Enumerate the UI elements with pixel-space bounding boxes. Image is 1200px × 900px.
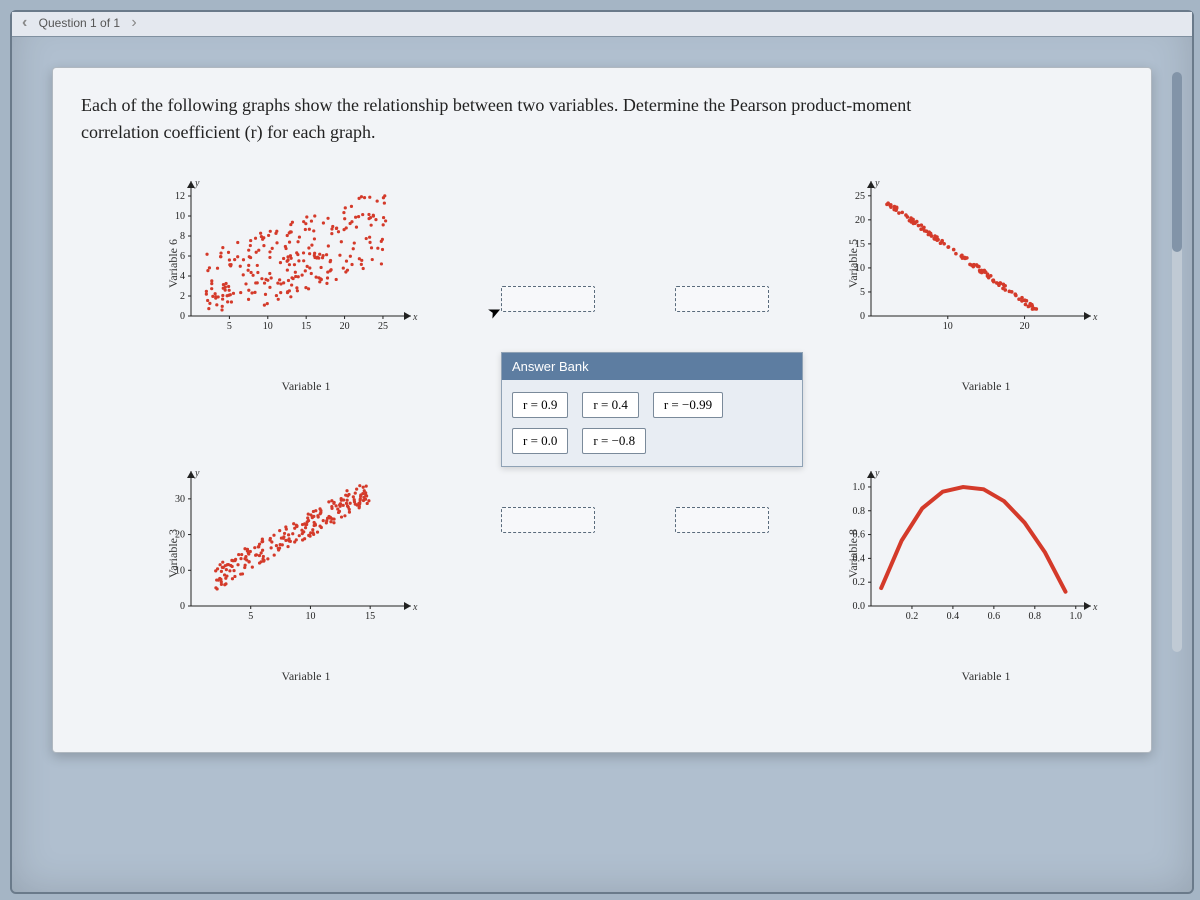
svg-text:0: 0 xyxy=(860,311,865,322)
nav-bar: ‹ Question 1 of 1 › xyxy=(12,12,1192,37)
answer-chip[interactable]: r = 0.4 xyxy=(582,392,638,418)
svg-text:0.2: 0.2 xyxy=(906,611,919,622)
svg-text:x: x xyxy=(412,312,418,323)
ylabel-tl: Variable 6 xyxy=(166,239,181,288)
svg-text:20: 20 xyxy=(340,321,350,332)
svg-text:2: 2 xyxy=(180,291,185,302)
chart-svg-tr: x y 0510152025 1020 xyxy=(851,176,1101,336)
ylabel-br: Variable 8 xyxy=(846,529,861,578)
svg-text:x: x xyxy=(1092,312,1098,323)
svg-text:25: 25 xyxy=(855,191,865,202)
xlabel-br: Variable 1 xyxy=(962,669,1011,684)
chart-svg-bl: x y 0102030 51015 xyxy=(171,466,421,626)
center-column: Answer Bank r = 0.9r = 0.4r = −0.99r = 0… xyxy=(501,286,811,533)
svg-text:0.0: 0.0 xyxy=(853,601,866,612)
drop-row-top xyxy=(501,286,811,312)
svg-text:y: y xyxy=(874,468,880,479)
svg-text:1.0: 1.0 xyxy=(1070,611,1083,622)
answer-chip[interactable]: r = 0.0 xyxy=(512,428,568,454)
xlabel-tl: Variable 1 xyxy=(282,379,331,394)
svg-text:25: 25 xyxy=(378,321,388,332)
svg-text:y: y xyxy=(194,468,200,479)
svg-text:y: y xyxy=(874,178,880,189)
forward-icon[interactable]: › xyxy=(131,14,136,31)
xlabel-tr: Variable 1 xyxy=(962,379,1011,394)
xlabel-bl: Variable 1 xyxy=(282,669,331,684)
chart-svg-tl: x y 024681012 510152025 xyxy=(171,176,421,336)
nav-title: Question 1 of 1 xyxy=(39,16,120,30)
svg-text:1.0: 1.0 xyxy=(853,482,866,493)
svg-text:10: 10 xyxy=(943,321,953,332)
svg-text:0.8: 0.8 xyxy=(1029,611,1042,622)
back-icon[interactable]: ‹ xyxy=(22,14,27,31)
app-window: ‹ Question 1 of 1 › Each of the followin… xyxy=(10,10,1194,894)
question-card: Each of the following graphs show the re… xyxy=(52,67,1152,753)
answer-bank-body: r = 0.9 r = 0.4 r = −0.99 r = 0.0 r = −0.8 xyxy=(502,380,802,466)
chart-top-left: Variable 6 x y 024681012 510152025 Varia… xyxy=(171,176,441,376)
svg-text:x: x xyxy=(412,602,418,613)
svg-text:10: 10 xyxy=(263,321,273,332)
drop-row-bottom xyxy=(501,507,811,533)
svg-text:y: y xyxy=(194,178,200,189)
chart-bottom-left: Variable 3 x y 0102030 51015 Variable 1 xyxy=(171,466,441,666)
svg-text:0.6: 0.6 xyxy=(988,611,1001,622)
svg-text:0.4: 0.4 xyxy=(947,611,960,622)
answer-chip[interactable]: r = −0.8 xyxy=(582,428,646,454)
answer-chip[interactable]: r = 0.9 xyxy=(512,392,568,418)
drop-target-tl[interactable] xyxy=(501,286,595,312)
svg-text:20: 20 xyxy=(1020,321,1030,332)
chart-top-right: Variable 5 x y 0510152025 1020 Variable … xyxy=(851,176,1121,376)
charts-grid: Variable 6 x y 024681012 510152025 Varia… xyxy=(81,166,1123,686)
ylabel-bl: Variable 3 xyxy=(166,529,181,578)
chart-svg-br: x y 0.00.20.40.60.81.0 0.20.40.60.81.0 xyxy=(851,466,1101,626)
drop-target-br[interactable] xyxy=(675,507,769,533)
question-line-2: correlation coefficient (r) for each gra… xyxy=(81,122,376,142)
answer-chip[interactable]: r = −0.99 xyxy=(653,392,723,418)
scrollbar-thumb[interactable] xyxy=(1172,72,1182,252)
svg-text:0: 0 xyxy=(180,311,185,322)
scrollbar[interactable] xyxy=(1172,72,1182,652)
svg-text:15: 15 xyxy=(301,321,311,332)
svg-text:20: 20 xyxy=(855,215,865,226)
svg-text:10: 10 xyxy=(175,211,185,222)
answer-bank-title: Answer Bank xyxy=(502,353,802,380)
drop-target-tr[interactable] xyxy=(675,286,769,312)
svg-text:5: 5 xyxy=(248,611,253,622)
svg-text:0.8: 0.8 xyxy=(853,506,866,517)
svg-text:15: 15 xyxy=(365,611,375,622)
svg-text:0: 0 xyxy=(180,601,185,612)
svg-text:x: x xyxy=(1092,602,1098,613)
drop-target-bl[interactable] xyxy=(501,507,595,533)
svg-text:5: 5 xyxy=(227,321,232,332)
question-text: Each of the following graphs show the re… xyxy=(81,92,1123,146)
svg-text:10: 10 xyxy=(305,611,315,622)
svg-text:12: 12 xyxy=(175,191,185,202)
chart-bottom-right: Variable 8 x y 0.00.20.40.60.81.0 0.20.4… xyxy=(851,466,1121,666)
answer-bank: Answer Bank r = 0.9r = 0.4r = −0.99r = 0… xyxy=(501,352,803,467)
svg-text:5: 5 xyxy=(860,287,865,298)
question-line-1: Each of the following graphs show the re… xyxy=(81,95,911,115)
svg-text:0.2: 0.2 xyxy=(853,577,866,588)
svg-text:30: 30 xyxy=(175,494,185,505)
ylabel-tr: Variable 5 xyxy=(846,239,861,288)
